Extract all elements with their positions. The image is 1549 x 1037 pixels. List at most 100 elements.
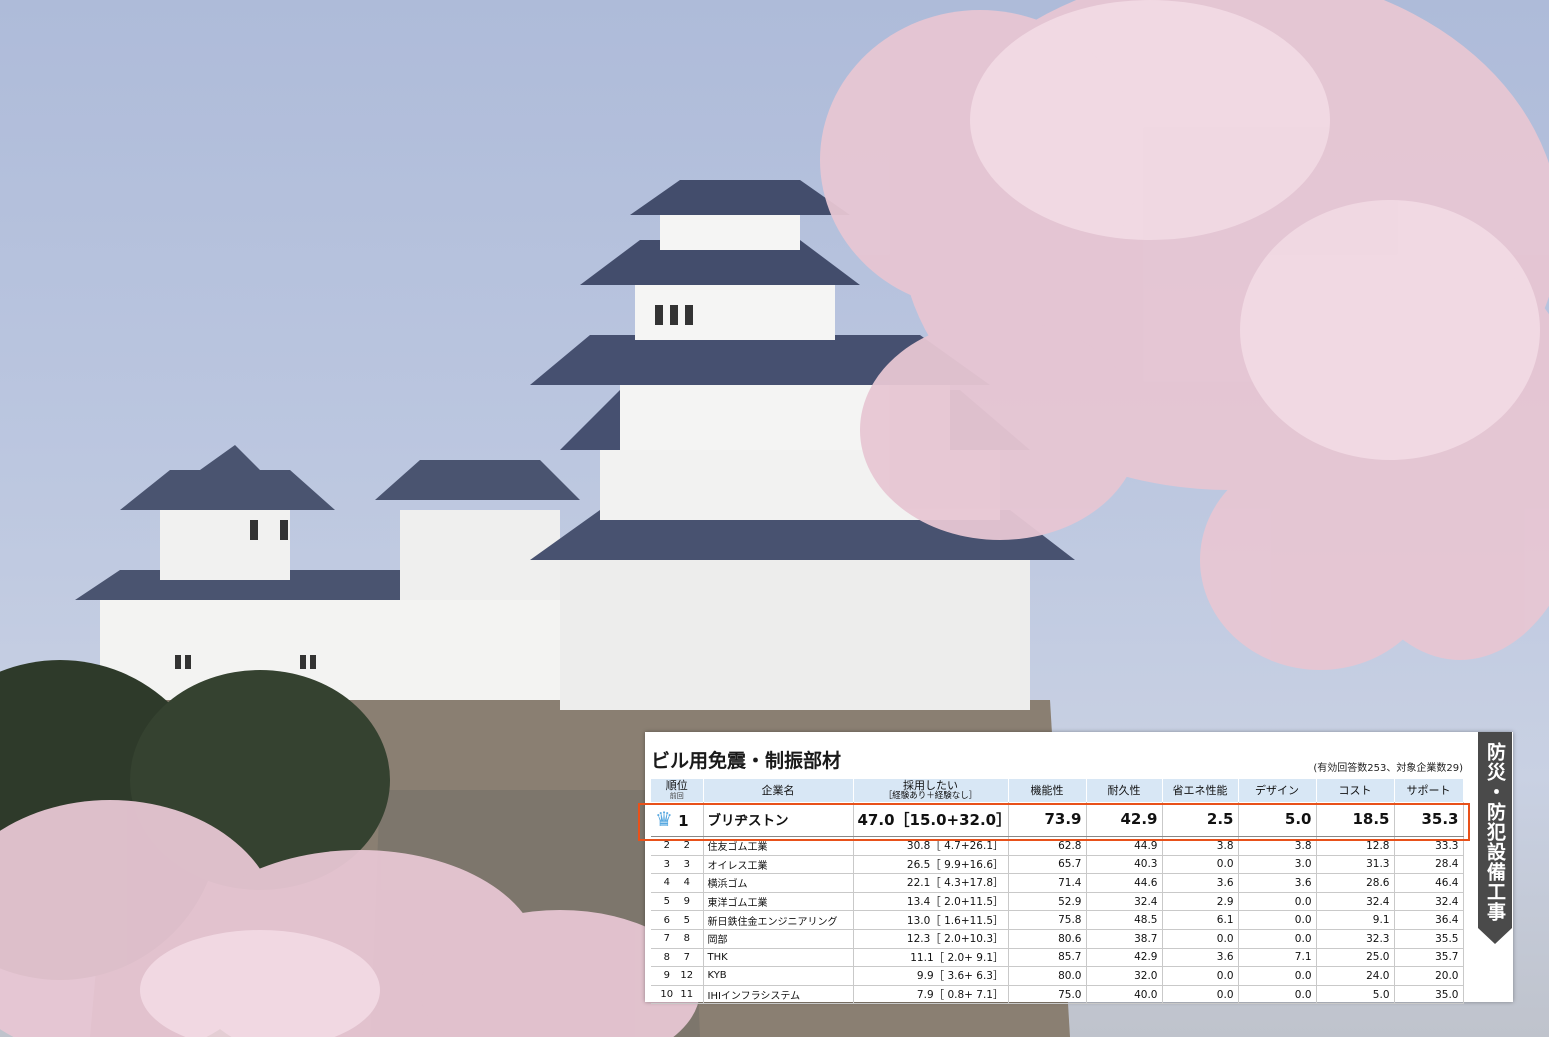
durability-cell: 42.9 (1086, 948, 1163, 968)
card-title: ビル用免震・制振部材 (651, 750, 842, 772)
design-cell: 0.0 (1238, 929, 1317, 949)
prev-rank-value: 9 (683, 896, 690, 908)
cost-cell: 32.3 (1316, 929, 1395, 949)
cost-cell: 5.0 (1316, 985, 1395, 1005)
rank-cell: 44 (651, 873, 704, 893)
energy-cell: 2.9 (1162, 892, 1239, 912)
adopt-cell: 11.1［ 2.0+ 9.1］ (853, 948, 1009, 968)
function-cell: 75.0 (1008, 985, 1087, 1005)
durability-cell: 32.4 (1086, 892, 1163, 912)
prev-rank-value: 4 (683, 877, 690, 889)
rank-value: 4 (663, 877, 670, 889)
function-cell: 80.6 (1008, 929, 1087, 949)
company-cell: 東洋ゴム工業 (703, 892, 854, 912)
col-design: デザイン (1238, 779, 1317, 802)
energy-cell: 6.1 (1162, 910, 1239, 930)
cost-cell: 9.1 (1316, 910, 1395, 930)
durability-cell: 40.0 (1086, 985, 1163, 1005)
col-prev-rank-label: 前回 (669, 791, 684, 800)
support-cell: 32.4 (1394, 892, 1464, 912)
company-cell: 岡部 (703, 929, 854, 949)
rank-value: 10 (660, 989, 674, 1001)
prev-rank-value: 5 (683, 914, 690, 926)
design-cell: 7.1 (1238, 948, 1317, 968)
design-cell: 0.0 (1238, 910, 1317, 930)
prev-rank-value: 11 (680, 989, 694, 1001)
adopt-cell: 9.9［ 3.6+ 6.3］ (853, 966, 1009, 986)
prev-rank-value: 2 (683, 840, 690, 852)
design-cell: 3.0 (1238, 855, 1317, 875)
durability-cell: 44.6 (1086, 873, 1163, 893)
adopt-cell: 26.5［ 9.9+16.6］ (853, 855, 1009, 875)
design-cell: 0.0 (1238, 985, 1317, 1005)
prev-rank-value: 12 (680, 970, 694, 982)
side-tab: 防災・防犯設備工事 (1478, 732, 1512, 944)
adopt-cell: 13.4［ 2.0+11.5］ (853, 892, 1009, 912)
table-row: 5 9 東洋ゴム工業 13.4［ 2.0+11.5］ 52.9 32.4 2.9 0.0 32.… (651, 892, 1464, 912)
adopt-cell: 22.1［ 4.3+17.8］ (853, 873, 1009, 893)
rank-cell: 33 (651, 855, 704, 875)
highlight-box (638, 803, 1470, 841)
durability-cell: 48.5 (1086, 910, 1163, 930)
adopt-cell: 12.3［ 2.0+10.3］ (853, 929, 1009, 949)
cost-cell: 31.3 (1316, 855, 1395, 875)
design-cell: 0.0 (1238, 966, 1317, 986)
function-cell: 75.8 (1008, 910, 1087, 930)
rank-cell: 87 (651, 948, 704, 968)
col-cost: コスト (1316, 779, 1395, 802)
side-tab-label: 防災・防犯設備工事 (1484, 742, 1506, 922)
function-cell: 71.4 (1008, 873, 1087, 893)
rank-value: 3 (663, 858, 670, 870)
rank-cell: 10 11 (651, 985, 704, 1005)
rank-value: 9 (663, 970, 670, 982)
cost-cell: 24.0 (1316, 966, 1395, 986)
cost-cell: 28.6 (1316, 873, 1395, 893)
adopt-cell: 13.0［ 1.6+11.5］ (853, 910, 1009, 930)
col-energy: 省エネ性能 (1162, 779, 1239, 802)
prev-rank-value: 3 (683, 858, 690, 870)
rank-cell: 9 12 (651, 966, 704, 986)
support-cell: 28.4 (1394, 855, 1464, 875)
col-adopt-sub-label: ［経験あり＋経験なし］ (883, 790, 978, 801)
company-cell: KYB (703, 966, 854, 986)
table-row: 10 11 IHIインフラシステム 7.9［ 0.8+ 7.1］ 75.0 40.0 0.0… (651, 985, 1464, 1005)
table-header-row: 順位 前回 企業名 採用したい ［経験あり＋経験なし］ 機能性 耐久性 省エネ性… (651, 779, 1464, 802)
col-adopt: 採用したい ［経験あり＋経験なし］ (853, 779, 1009, 802)
durability-cell: 40.3 (1086, 855, 1163, 875)
adopt-cell: 7.9［ 0.8+ 7.1］ (853, 985, 1009, 1005)
col-function: 機能性 (1008, 779, 1087, 802)
rank-value: 6 (663, 914, 670, 926)
function-cell: 65.7 (1008, 855, 1087, 875)
support-cell: 35.7 (1394, 948, 1464, 968)
table-row: 4 4 横浜ゴム 22.1［ 4.3+17.8］ 71.4 44.6 3.6 3.6 28.6 4… (651, 873, 1464, 893)
table-row: 3 3 オイレス工業 26.5［ 9.9+16.6］ 65.7 40.3 0.0 3.0 31.… (651, 855, 1464, 875)
cost-cell: 32.4 (1316, 892, 1395, 912)
company-cell: オイレス工業 (703, 855, 854, 875)
function-cell: 52.9 (1008, 892, 1087, 912)
table-row: 6 5 新日鉄住金エンジニアリング 13.0［ 1.6+11.5］ 75.8 48.5 6.… (651, 910, 1464, 930)
rank-value: 7 (663, 933, 670, 945)
company-cell: IHIインフラシステム (703, 985, 854, 1005)
support-cell: 35.5 (1394, 929, 1464, 949)
table-row: 9 12 KYB 9.9［ 3.6+ 6.3］ 80.0 32.0 0.0 0.0 24.0 20… (651, 966, 1464, 986)
cost-cell: 25.0 (1316, 948, 1395, 968)
rank-cell: 65 (651, 910, 704, 930)
energy-cell: 0.0 (1162, 966, 1239, 986)
energy-cell: 3.6 (1162, 948, 1239, 968)
table-row: 8 7 THK 11.1［ 2.0+ 9.1］ 85.7 42.9 3.6 7.1 25.0 35… (651, 948, 1464, 968)
rank-cell: 78 (651, 929, 704, 949)
energy-cell: 0.0 (1162, 985, 1239, 1005)
company-cell: 横浜ゴム (703, 873, 854, 893)
col-company: 企業名 (703, 779, 854, 802)
rank-value: 2 (663, 840, 670, 852)
function-cell: 85.7 (1008, 948, 1087, 968)
energy-cell: 0.0 (1162, 855, 1239, 875)
company-cell: 新日鉄住金エンジニアリング (703, 910, 854, 930)
durability-cell: 38.7 (1086, 929, 1163, 949)
rank-value: 5 (663, 896, 670, 908)
energy-cell: 0.0 (1162, 929, 1239, 949)
col-rank: 順位 前回 (651, 779, 704, 802)
table-row: 7 8 岡部 12.3［ 2.0+10.3］ 80.6 38.7 0.0 0.0 32.3 35.… (651, 929, 1464, 949)
support-cell: 35.0 (1394, 985, 1464, 1005)
rank-value: 8 (663, 951, 670, 963)
